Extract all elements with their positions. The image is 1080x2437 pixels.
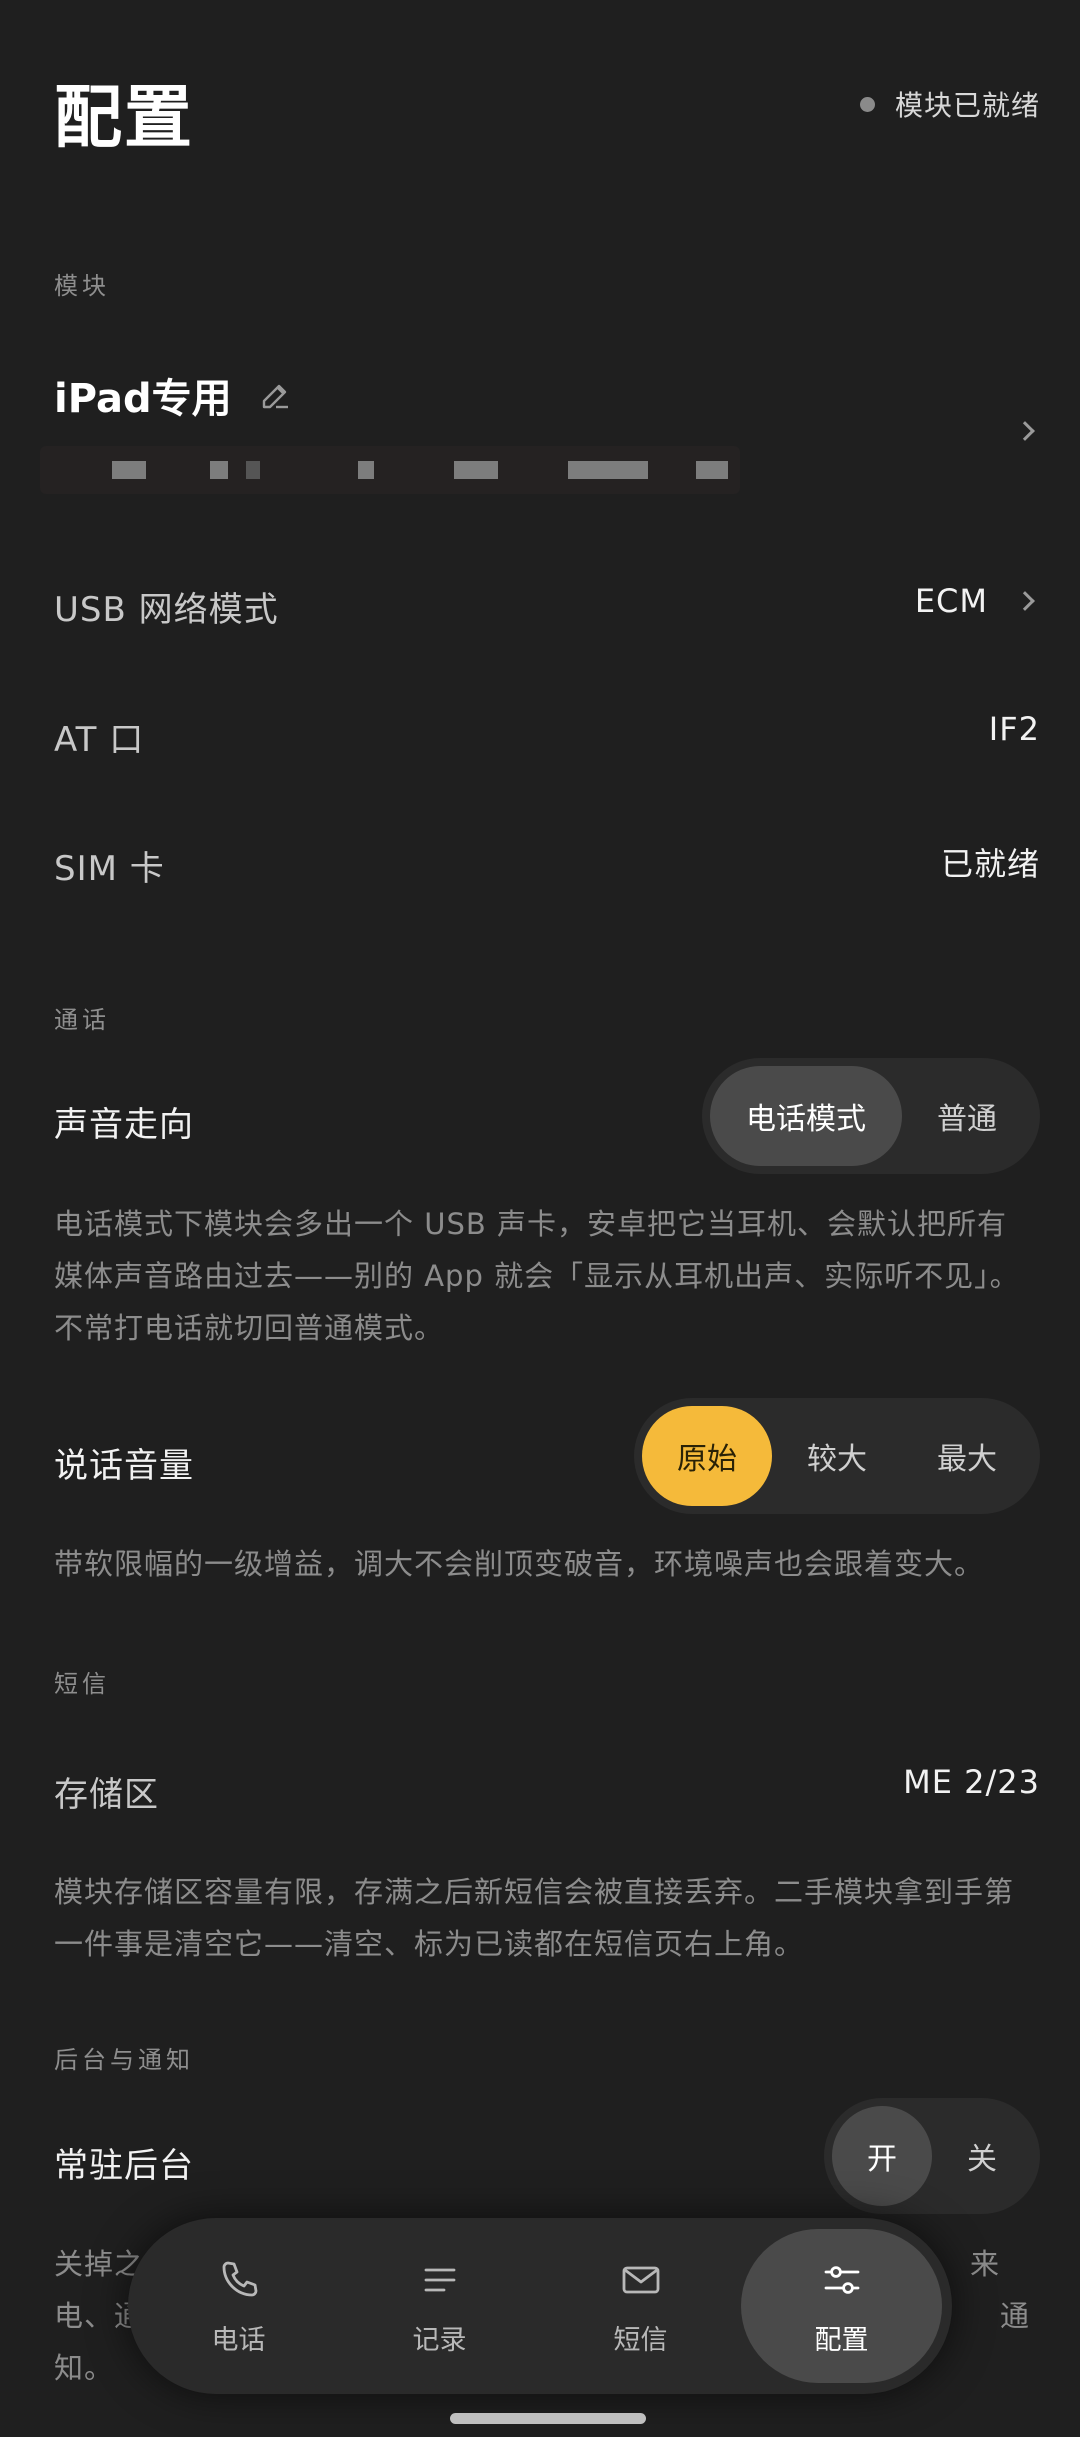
sim-label: SIM 卡 bbox=[54, 849, 165, 889]
desc-fragment: 通 bbox=[1000, 2299, 1031, 2333]
module-id-redacted bbox=[40, 446, 740, 494]
chevron-right-icon bbox=[1015, 591, 1035, 611]
volume-label: 说话音量 bbox=[54, 1446, 194, 1486]
audio-route-segmented: 电话模式 普通 bbox=[702, 1058, 1040, 1174]
module-name-text: iPad专用 bbox=[54, 376, 232, 422]
sliders-icon bbox=[824, 2265, 859, 2294]
mail-icon bbox=[622, 2266, 659, 2293]
volume-description: 带软限幅的一级增益，调大不会削顶变破音，环境噪声也会跟着变大。 bbox=[54, 1547, 985, 1581]
desc-line: 模块存储区容量有限，存满之后新短信会被直接丢弃。二手模块拿到手第 bbox=[54, 1875, 1015, 1909]
audio-route-option-phone[interactable]: 电话模式 bbox=[710, 1066, 902, 1166]
usb-mode-label: USB 网络模式 bbox=[54, 590, 279, 630]
usb-mode-value-text: ECM bbox=[914, 582, 988, 620]
volume-segmented: 原始 较大 最大 bbox=[634, 1398, 1040, 1514]
edit-icon[interactable] bbox=[258, 377, 294, 413]
persist-option-off[interactable]: 关 bbox=[932, 2106, 1032, 2206]
volume-option-louder[interactable]: 较大 bbox=[772, 1406, 902, 1506]
persist-segmented: 开 关 bbox=[824, 2098, 1040, 2214]
section-label-sms: 短信 bbox=[54, 1670, 110, 1698]
desc-fragment: 来 bbox=[970, 2247, 1001, 2281]
audio-route-option-normal[interactable]: 普通 bbox=[902, 1066, 1032, 1166]
audio-route-description: 电话模式下模块会多出一个 USB 声卡，安卓把它当耳机、会默认把所有 媒体声音路… bbox=[54, 1198, 1034, 1354]
nav-label: 记录 bbox=[412, 2324, 467, 2356]
status-dot-icon bbox=[859, 96, 875, 112]
volume-option-max[interactable]: 最大 bbox=[902, 1406, 1032, 1506]
page-title: 配置 bbox=[54, 79, 195, 158]
desc-line: 一件事是清空它——清空、标为已读都在短信页右上角。 bbox=[54, 1927, 805, 1961]
section-label-background: 后台与通知 bbox=[54, 2046, 194, 2074]
nav-label: 短信 bbox=[613, 2324, 668, 2356]
usb-mode-value: ECM bbox=[915, 582, 1040, 620]
module-name: iPad专用 bbox=[54, 366, 294, 424]
section-label-module: 模块 bbox=[54, 272, 110, 300]
storage-label: 存储区 bbox=[54, 1775, 159, 1815]
section-label-call: 通话 bbox=[54, 1006, 110, 1034]
audio-route-label: 声音走向 bbox=[54, 1105, 194, 1145]
persist-option-on[interactable]: 开 bbox=[832, 2106, 932, 2206]
storage-value: ME 2/23 bbox=[903, 1763, 1040, 1801]
list-icon bbox=[424, 2268, 455, 2291]
nav-label: 配置 bbox=[814, 2324, 869, 2356]
nav-label: 电话 bbox=[211, 2324, 266, 2356]
config-page: 配置 模块已就绪 模块 iPad专用 USB 网络模式 ECM AT 口 IF2… bbox=[0, 0, 1080, 2437]
nav-item-records[interactable]: 记录 bbox=[339, 2229, 540, 2383]
status-text: 模块已就绪 bbox=[894, 89, 1040, 122]
desc-line: 媒体声音路由过去——别的 App 就会「显示从耳机出声、实际听不见」。 bbox=[54, 1259, 1020, 1293]
at-port-value: IF2 bbox=[988, 710, 1040, 748]
desc-line: 电话模式下模块会多出一个 USB 声卡，安卓把它当耳机、会默认把所有 bbox=[54, 1207, 1007, 1241]
volume-option-original[interactable]: 原始 bbox=[642, 1406, 772, 1506]
desc-line: 不常打电话就切回普通模式。 bbox=[54, 1311, 445, 1345]
chevron-right-icon bbox=[1015, 421, 1035, 441]
desc-fragment: 知。 bbox=[54, 2351, 115, 2385]
module-status: 模块已就绪 bbox=[859, 84, 1040, 124]
at-port-label: AT 口 bbox=[54, 720, 145, 760]
home-indicator[interactable] bbox=[450, 2413, 646, 2424]
persist-label: 常驻后台 bbox=[54, 2146, 194, 2186]
nav-item-config[interactable]: 配置 bbox=[741, 2229, 942, 2383]
phone-icon bbox=[222, 2261, 257, 2296]
storage-description: 模块存储区容量有限，存满之后新短信会被直接丢弃。二手模块拿到手第 一件事是清空它… bbox=[54, 1866, 1034, 1970]
nav-item-sms[interactable]: 短信 bbox=[540, 2229, 741, 2383]
bottom-navigation: 电话 记录 短信 配置 bbox=[128, 2218, 952, 2394]
sim-value: 已就绪 bbox=[940, 845, 1040, 883]
nav-item-phone[interactable]: 电话 bbox=[138, 2229, 339, 2383]
